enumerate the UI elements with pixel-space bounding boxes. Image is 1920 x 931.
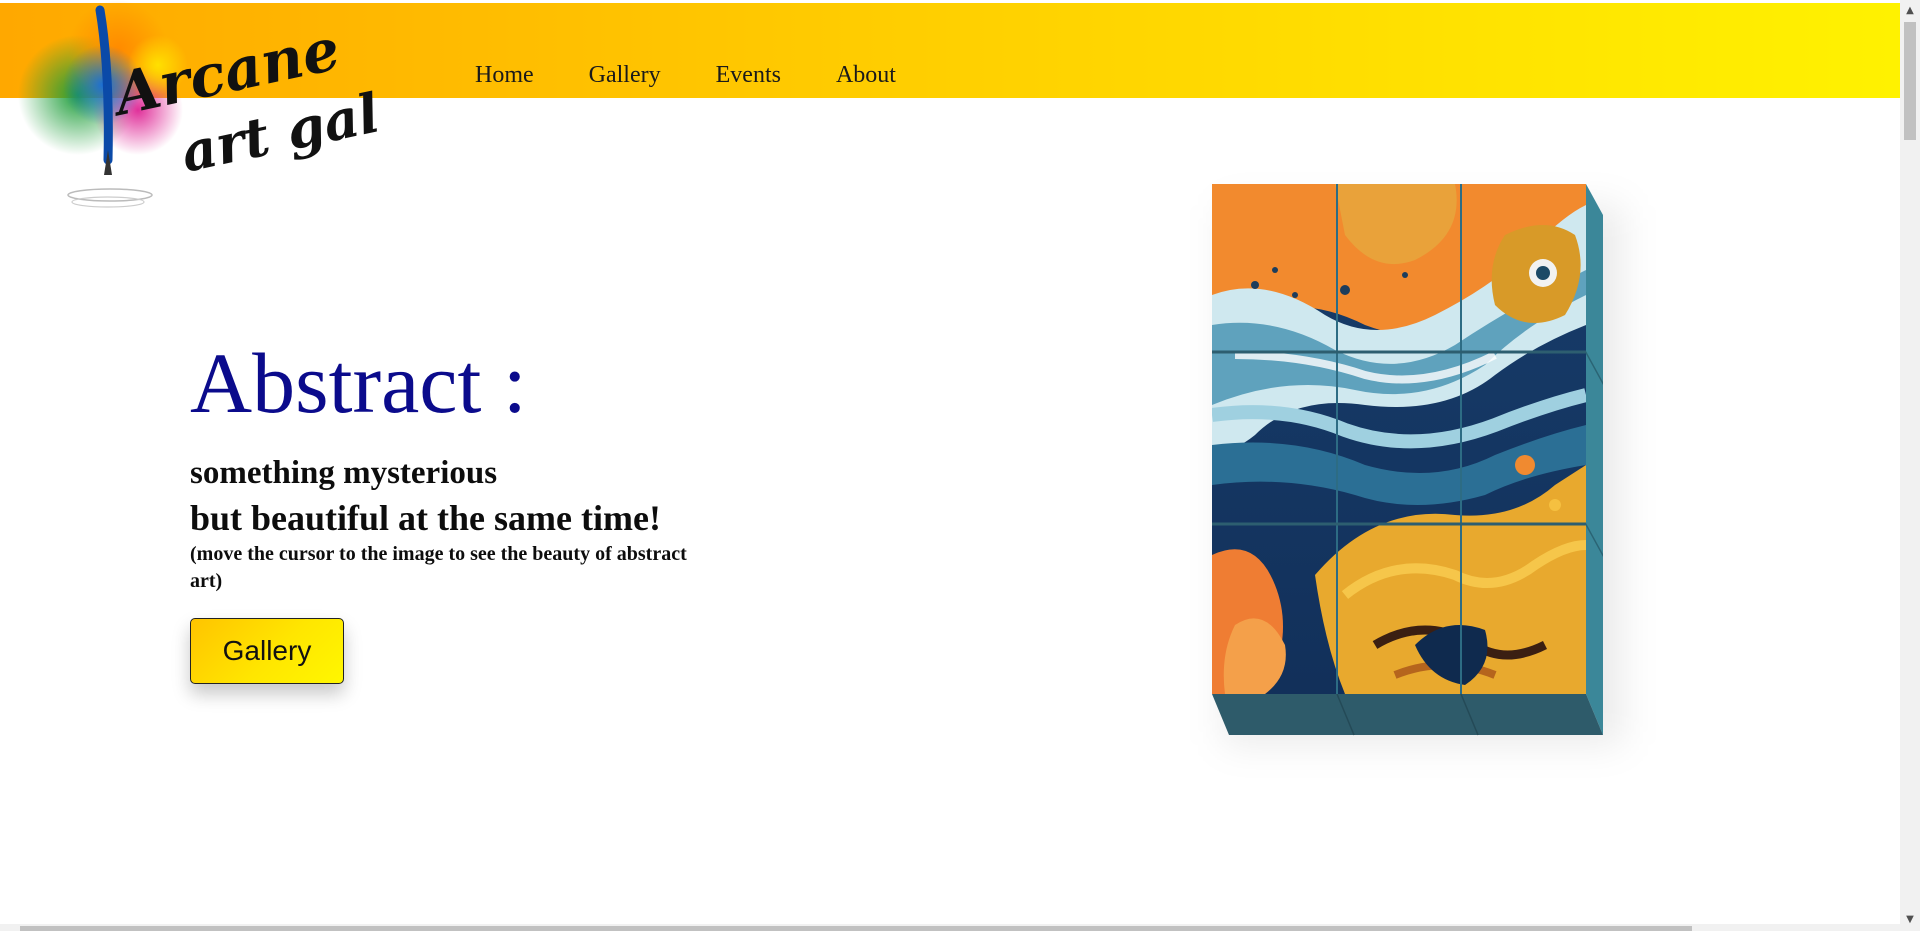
nav-item-gallery[interactable]: Gallery xyxy=(589,62,661,89)
cube-side-face xyxy=(1586,184,1603,735)
vertical-scrollbar[interactable]: ▲ ▼ xyxy=(1900,0,1920,931)
nav-item-home[interactable]: Home xyxy=(475,62,534,89)
nav-item-about[interactable]: About xyxy=(836,62,896,89)
hero-title: Abstract : xyxy=(190,335,527,431)
scroll-up-icon[interactable]: ▲ xyxy=(1900,2,1920,20)
vertical-scroll-thumb[interactable] xyxy=(1904,22,1916,140)
hero-tagline-line2: but beautiful at the same time! xyxy=(190,498,661,538)
arcane-logo[interactable]: Arcane art gallery xyxy=(8,0,378,215)
hero-hint: (move the cursor to the image to see the… xyxy=(190,543,687,592)
abstract-art-image xyxy=(1212,184,1603,736)
nav-item-events[interactable]: Events xyxy=(716,62,781,89)
cube-bottom-face xyxy=(1212,694,1603,735)
main-nav: Home Gallery Events About xyxy=(475,62,951,89)
horizontal-scroll-thumb[interactable] xyxy=(20,926,1692,931)
abstract-art-cube[interactable] xyxy=(1195,175,1640,775)
hero-tagline-line1: something mysterious xyxy=(190,455,498,491)
scroll-down-icon[interactable]: ▼ xyxy=(1900,911,1920,929)
horizontal-scrollbar[interactable] xyxy=(0,924,1900,931)
gallery-button[interactable]: Gallery xyxy=(190,618,344,684)
